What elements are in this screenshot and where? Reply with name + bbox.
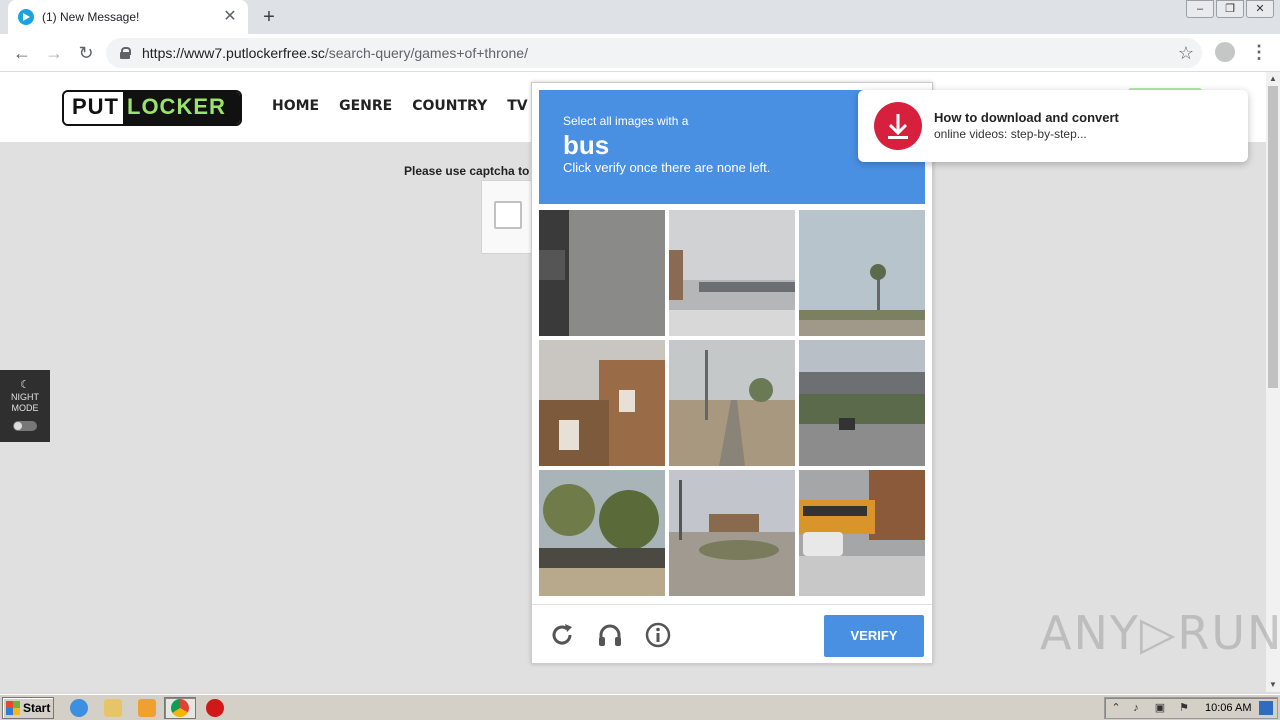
new-tab-button[interactable]: + [258, 6, 280, 28]
captcha-footer: VERIFY [532, 604, 932, 664]
restore-button[interactable]: ❐ [1216, 0, 1244, 18]
reload-icon[interactable] [548, 621, 576, 649]
address-bar[interactable]: https://www7.putlockerfree.sc/search-que… [106, 38, 1202, 68]
media-player-icon[interactable] [138, 699, 156, 717]
taskbar-chrome-item[interactable] [164, 697, 196, 719]
network-icon[interactable]: ▣ [1153, 701, 1167, 715]
show-desktop-icon[interactable] [1259, 701, 1273, 715]
captcha-grid [539, 210, 925, 596]
start-label: Start [23, 701, 51, 715]
captcha-tile-school-bus[interactable] [799, 470, 925, 596]
close-window-button[interactable]: ✕ [1246, 0, 1274, 18]
putlocker-logo[interactable]: PUT LOCKER [62, 90, 242, 126]
forward-button[interactable]: → [42, 41, 66, 65]
captcha-instruction: Click verify once there are none left. [563, 160, 771, 175]
volume-icon[interactable]: ♪ [1129, 701, 1143, 715]
window-controls: – ❐ ✕ [1184, 0, 1274, 18]
captcha-tile-street-road[interactable] [669, 340, 795, 466]
captcha-tile-parking-lot[interactable] [669, 210, 795, 336]
nav-country[interactable]: COUNTRY [412, 98, 487, 114]
system-tray: ⌃ ♪ ▣ ⚑ 10:06 AM [1104, 697, 1278, 719]
play-favicon-icon [18, 9, 34, 25]
nav-genre[interactable]: GENRE [339, 98, 392, 114]
url-path: /search-query/games+of+throne/ [324, 45, 528, 61]
windows-taskbar: Start ⌃ ♪ ▣ ⚑ 10:06 AM [0, 694, 1280, 720]
tab-close-icon[interactable]: ✕ [222, 9, 238, 25]
night-mode-label-1: NIGHT [11, 392, 39, 402]
recaptcha-checkbox[interactable] [494, 201, 522, 229]
scroll-up-icon[interactable]: ▲ [1266, 72, 1280, 86]
page-scrollbar[interactable]: ▲ ▼ [1266, 72, 1280, 692]
download-icon [874, 102, 922, 150]
tab-title: (1) New Message! [42, 10, 140, 24]
logo-locker-text: LOCKER [123, 92, 240, 124]
url-host: https://www7.putlockerfree.sc [142, 45, 325, 61]
reload-button[interactable]: ↻ [74, 41, 98, 65]
captcha-tile-brick-house[interactable] [539, 340, 665, 466]
profile-avatar-icon[interactable] [1215, 42, 1235, 62]
captcha-challenge: Select all images with a bus Click verif… [531, 82, 933, 664]
captcha-hint-text: Please use captcha to [404, 164, 530, 178]
bookmark-star-icon[interactable]: ☆ [1178, 43, 1194, 63]
taskbar-clock: 10:06 AM [1205, 702, 1252, 714]
night-mode-label-2: MODE [11, 403, 39, 413]
chrome-icon [171, 699, 189, 717]
minimize-button[interactable]: – [1186, 0, 1214, 18]
push-notification[interactable]: How to download and convert online video… [858, 90, 1248, 162]
captcha-tile-car-closeup[interactable] [539, 210, 665, 336]
captcha-object: bus [563, 130, 610, 160]
back-button[interactable]: ← [10, 41, 34, 65]
moon-icon: ☾ [20, 379, 30, 391]
folder-icon[interactable] [104, 699, 122, 717]
browser-toolbar: ← → ↻ https://www7.putlockerfree.sc/sear… [0, 34, 1280, 72]
scroll-down-icon[interactable]: ▼ [1266, 678, 1280, 692]
captcha-prompt: Select all images with a [563, 114, 689, 128]
notification-text: online videos: step-by-step... [934, 127, 1087, 141]
lock-icon [120, 47, 131, 59]
browser-menu-icon[interactable]: ⋮ [1250, 42, 1268, 62]
night-mode-widget[interactable]: ☾ NIGHT MODE [0, 370, 50, 442]
ie-icon[interactable] [70, 699, 88, 717]
opera-icon[interactable] [206, 699, 224, 717]
captcha-tile-intersection[interactable] [669, 470, 795, 596]
info-icon[interactable] [644, 621, 672, 649]
verify-button[interactable]: VERIFY [824, 615, 924, 657]
nav-home[interactable]: HOME [272, 98, 319, 114]
tab-bar: (1) New Message! ✕ + – ❐ ✕ [0, 0, 1280, 34]
flag-icon[interactable]: ⚑ [1177, 701, 1191, 715]
headphones-icon[interactable] [596, 621, 624, 649]
start-button[interactable]: Start [2, 697, 54, 719]
anyrun-watermark: ANY▷RUN [1040, 606, 1280, 660]
scroll-thumb[interactable] [1268, 86, 1278, 388]
site-nav: HOME GENRE COUNTRY TV - SER [272, 98, 574, 114]
tray-expand-icon[interactable]: ⌃ [1109, 701, 1123, 715]
browser-tab[interactable]: (1) New Message! ✕ [8, 0, 248, 34]
captcha-tile-overpass[interactable] [799, 340, 925, 466]
captcha-tile-palm-road[interactable] [799, 210, 925, 336]
logo-put-text: PUT [64, 92, 123, 124]
windows-logo-icon [6, 701, 20, 715]
notification-title: How to download and convert [934, 110, 1119, 125]
captcha-tile-trees-cars[interactable] [539, 470, 665, 596]
night-mode-toggle[interactable] [13, 421, 37, 431]
